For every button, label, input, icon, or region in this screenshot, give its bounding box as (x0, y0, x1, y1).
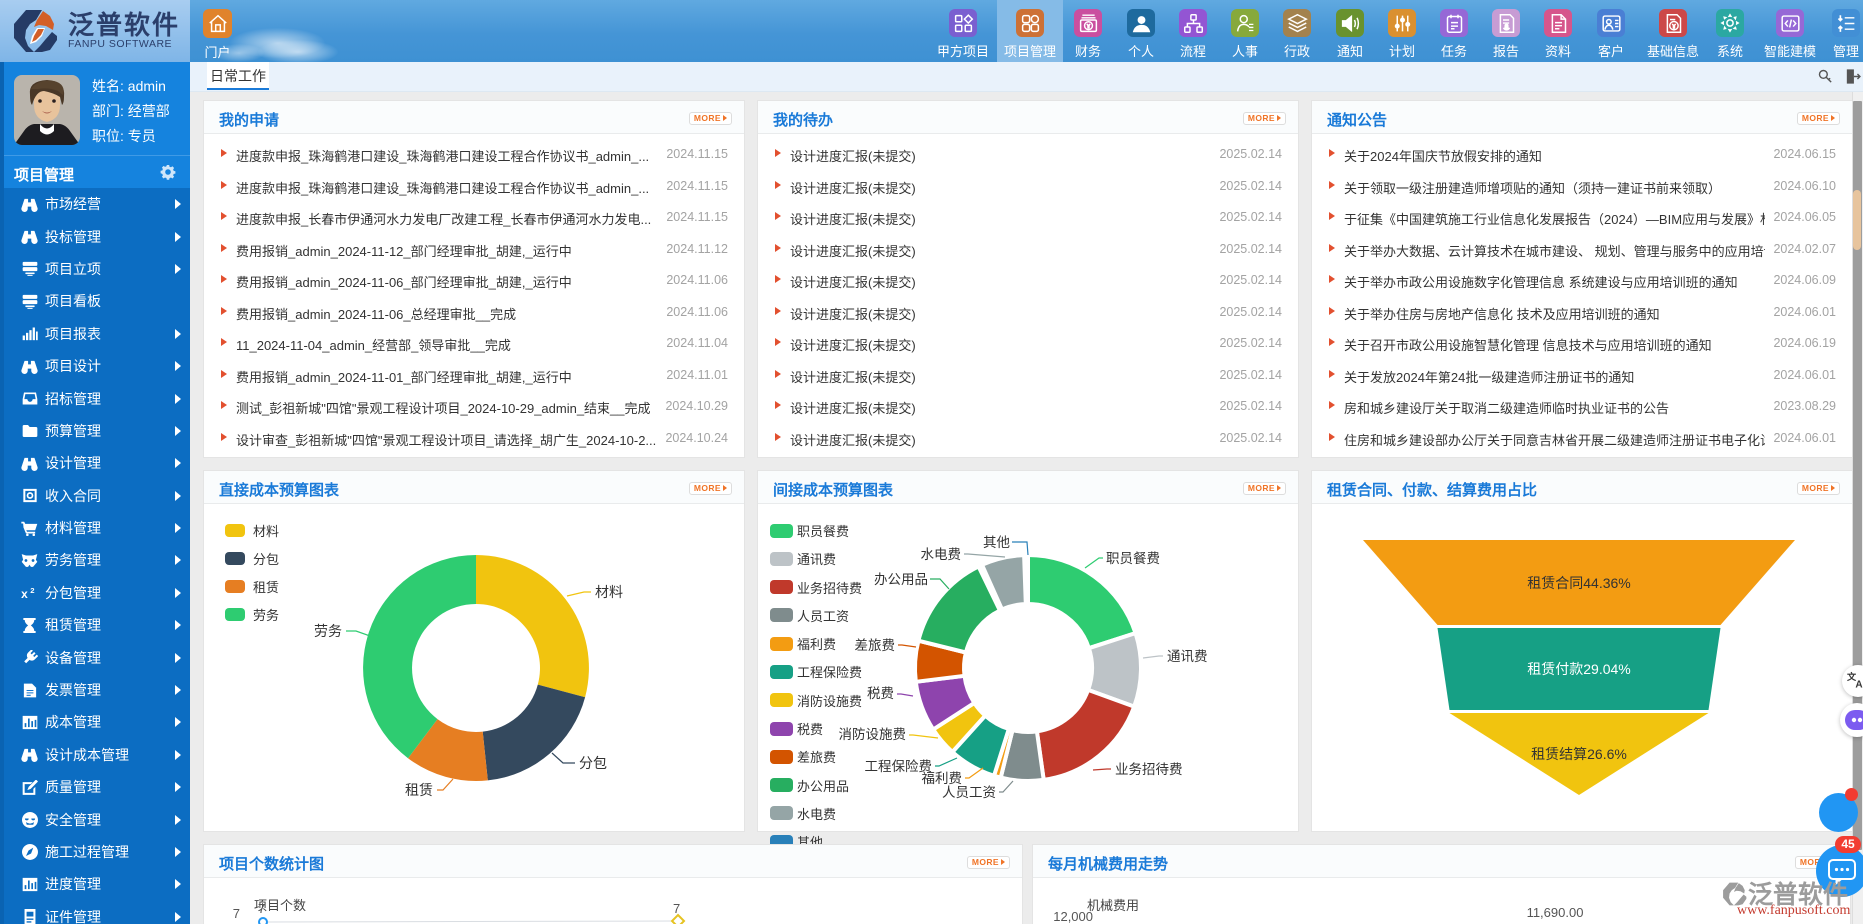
svg-text:通讯费: 通讯费 (1167, 649, 1208, 664)
svg-text:劳务: 劳务 (314, 623, 342, 639)
svg-text:办公用品: 办公用品 (874, 572, 928, 587)
svg-text:12,000: 12,000 (1053, 909, 1093, 924)
svg-text:7: 7 (673, 901, 680, 916)
svg-text:材料: 材料 (595, 584, 623, 600)
svg-text:其他: 其他 (983, 535, 1010, 550)
svg-text:业务招待费: 业务招待费 (1115, 762, 1183, 777)
svg-text:租赁: 租赁 (405, 782, 433, 798)
svg-text:分包: 分包 (579, 755, 607, 771)
svg-text:租赁合同44.36%: 租赁合同44.36% (1527, 575, 1630, 591)
svg-text:租赁付款29.04%: 租赁付款29.04% (1527, 661, 1630, 677)
svg-text:7: 7 (258, 901, 265, 916)
svg-text:工程保险费: 工程保险费 (865, 759, 933, 774)
svg-text:A: A (1855, 680, 1862, 691)
svg-text:11,690.00: 11,690.00 (1527, 905, 1584, 920)
svg-text:职员餐费: 职员餐费 (1106, 551, 1160, 566)
svg-text:租赁结算26.6%: 租赁结算26.6% (1531, 746, 1627, 762)
svg-text:人员工资: 人员工资 (942, 785, 996, 800)
svg-text:税费: 税费 (867, 686, 894, 701)
svg-text:水电费: 水电费 (921, 547, 962, 562)
svg-text:2: 2 (30, 586, 34, 595)
svg-text:x: x (21, 587, 28, 600)
svg-text:7: 7 (233, 906, 240, 921)
